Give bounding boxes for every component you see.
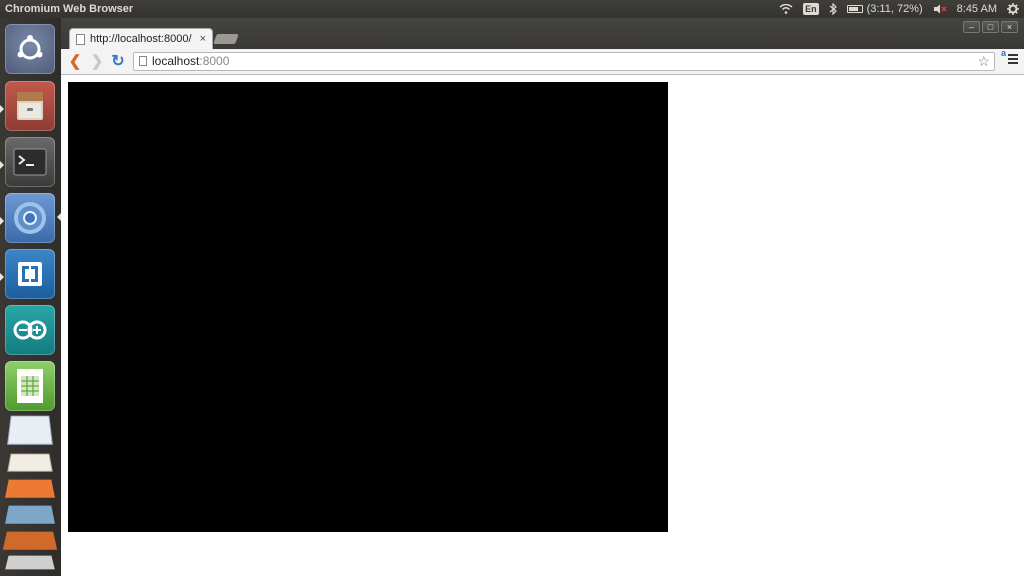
page-icon	[139, 56, 147, 66]
arduino-icon[interactable]	[5, 305, 55, 355]
terminal-icon[interactable]	[5, 137, 55, 187]
gear-icon[interactable]	[1002, 0, 1024, 18]
wifi-icon[interactable]	[774, 0, 798, 18]
stacked-apps-icon[interactable]	[2, 413, 58, 573]
keyboard-layout-indicator[interactable]: En	[798, 0, 824, 18]
address-bar[interactable]: localhost:8000 ☆	[133, 52, 995, 71]
url-host: localhost	[152, 54, 200, 68]
tab-localhost[interactable]: http://localhost:8000/ ×	[69, 28, 213, 49]
tab-close-icon[interactable]: ×	[200, 33, 206, 45]
back-button[interactable]: ❮	[66, 53, 84, 71]
translate-icon[interactable]: a	[1001, 48, 1006, 58]
tab-title: http://localhost:8000/	[90, 33, 192, 45]
browser-window: http://localhost:8000/ × – □ × ❮ ❯ ↻ loc…	[61, 18, 1024, 576]
minimize-button[interactable]: –	[963, 21, 980, 33]
menu-icon[interactable]	[1008, 54, 1018, 66]
reload-button[interactable]: ↻	[109, 53, 127, 71]
clock-label: 8:45 AM	[956, 3, 997, 15]
ubuntu-dash-icon[interactable]	[5, 24, 55, 74]
close-window-button[interactable]: ×	[1001, 21, 1018, 33]
spreadsheet-icon[interactable]	[5, 361, 55, 411]
page-viewport	[61, 75, 1024, 576]
active-app-title: Chromium Web Browser	[5, 3, 134, 15]
app-icon[interactable]	[5, 249, 55, 299]
files-icon[interactable]	[5, 81, 55, 131]
sound-muted-icon[interactable]	[928, 0, 952, 18]
tab-strip: http://localhost:8000/ × – □ ×	[61, 18, 1024, 49]
running-indicator	[0, 161, 4, 169]
url-port: :8000	[199, 54, 230, 68]
system-tray: En (3:11, 72%) 8:45 AM	[774, 0, 1024, 18]
battery-icon	[846, 5, 863, 13]
chromium-icon[interactable]	[5, 193, 55, 243]
running-indicator	[0, 105, 4, 113]
running-indicator	[0, 217, 4, 225]
battery-indicator[interactable]: (3:11, 72%)	[842, 0, 928, 18]
page-icon	[76, 33, 85, 45]
bookmark-star-icon[interactable]: ☆	[977, 53, 990, 70]
top-panel: Chromium Web Browser En (3:11, 72%) 8:45…	[0, 0, 1024, 18]
forward-button[interactable]: ❯	[88, 53, 106, 71]
clock[interactable]: 8:45 AM	[952, 0, 1002, 18]
keyboard-layout-label: En	[803, 3, 819, 15]
battery-text: (3:11, 72%)	[866, 3, 923, 15]
window-controls: – □ ×	[963, 21, 1018, 33]
running-indicator	[0, 273, 4, 281]
launcher	[0, 18, 61, 576]
restore-button[interactable]: □	[982, 21, 999, 33]
page-canvas[interactable]	[68, 82, 668, 532]
bluetooth-icon[interactable]	[824, 0, 842, 18]
new-tab-button[interactable]	[213, 34, 239, 44]
browser-toolbar: ❮ ❯ ↻ localhost:8000 ☆ a	[61, 48, 1024, 75]
